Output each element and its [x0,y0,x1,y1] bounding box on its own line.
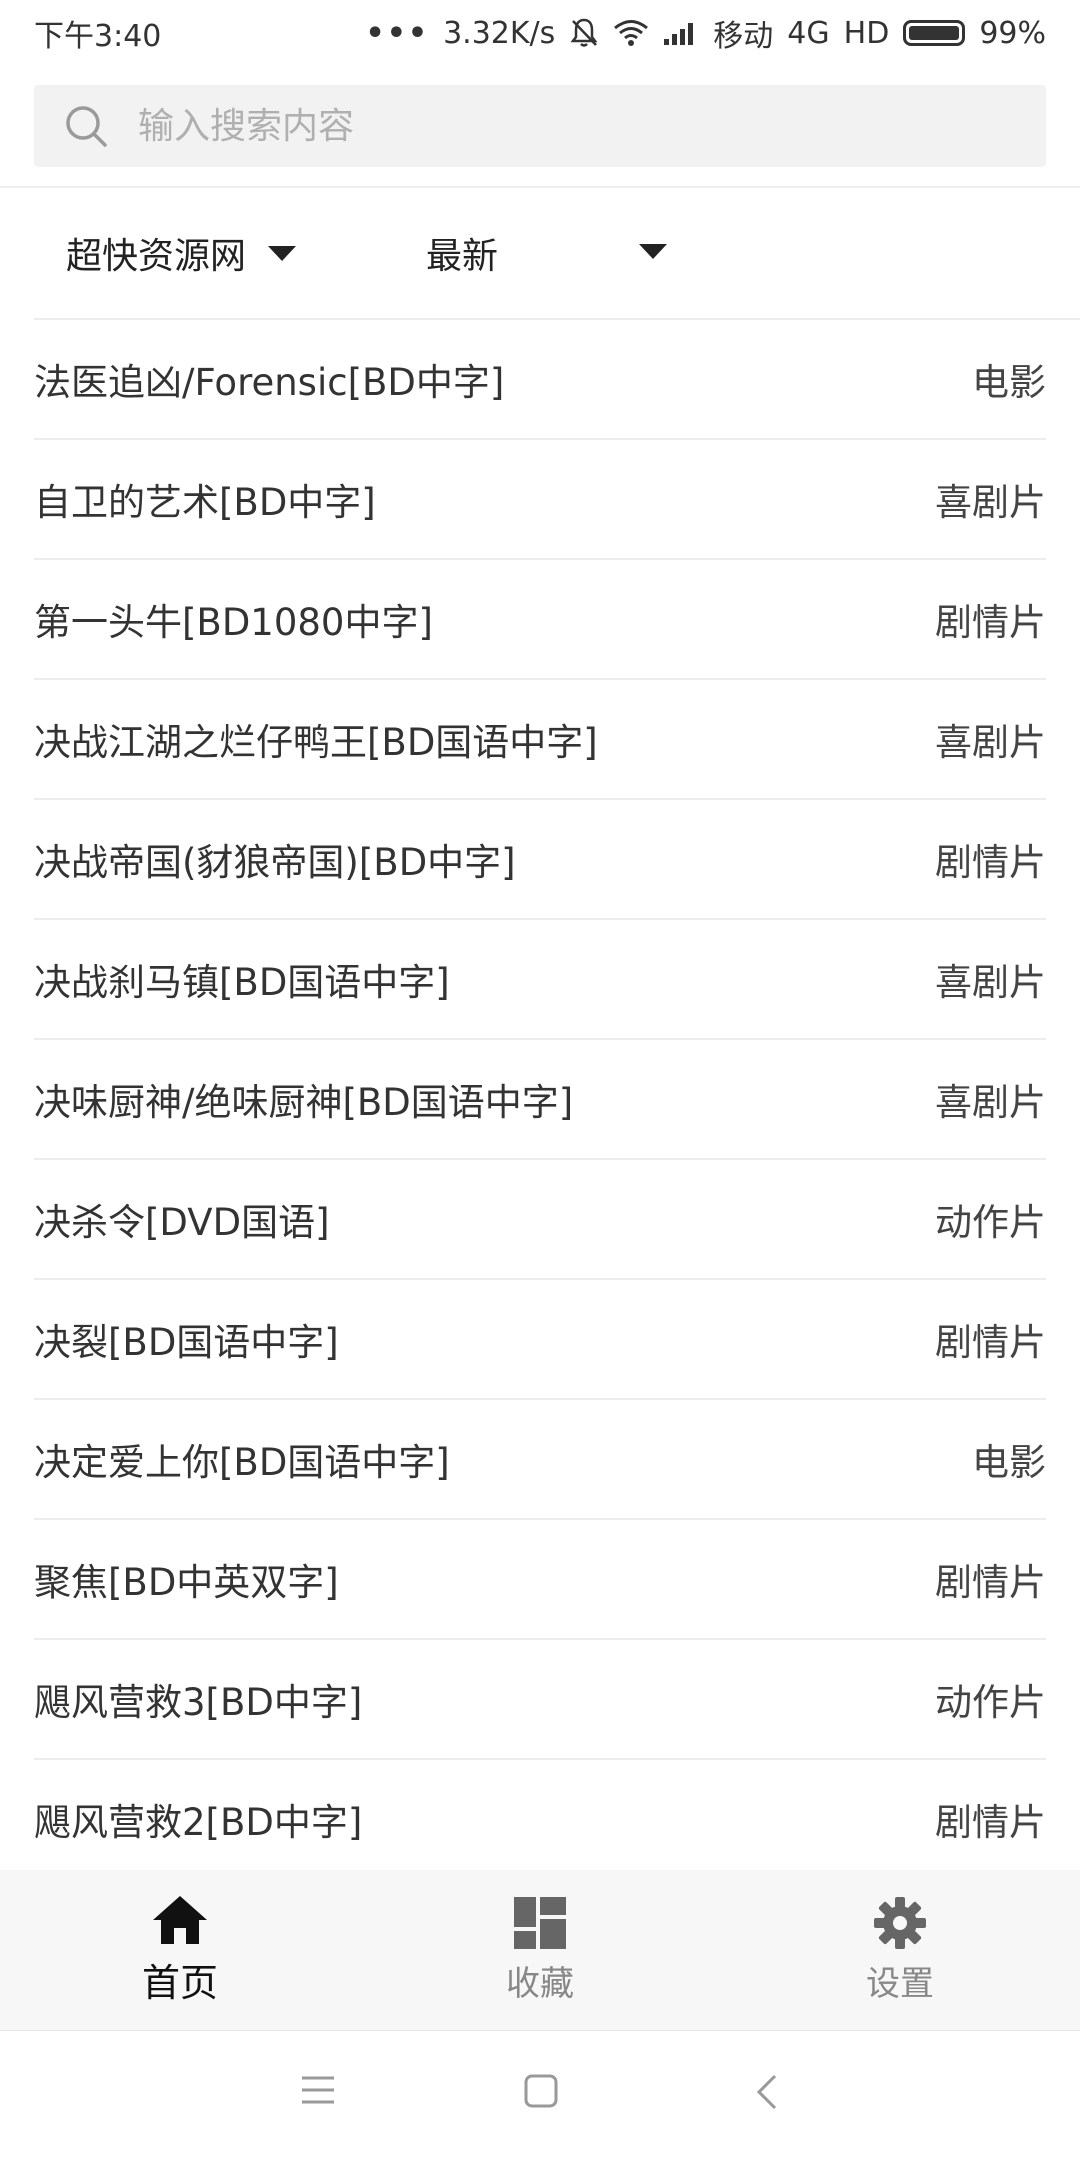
movie-genre: 喜剧片 [935,721,1046,764]
dashboard-icon [513,1896,567,1950]
search-icon [64,104,108,148]
home-square-icon[interactable] [523,2073,559,2109]
status-time: 下午3:40 [34,19,162,54]
movie-genre: 喜剧片 [935,481,1046,524]
movie-genre: 动作片 [935,1201,1046,1244]
hd-indicator: HD [843,15,890,51]
movie-title: 决战帝国(豺狼帝国)[BD中字] [34,841,516,884]
movie-genre: 剧情片 [935,1561,1046,1604]
status-indicators: ••• 3.32K/s 移动 4G HD 99% [366,11,1046,55]
back-icon[interactable] [755,2073,779,2111]
list-item[interactable]: 决裂[BD国语中字] 剧情片 [34,1280,1046,1400]
list-item[interactable]: 聚焦[BD中英双字] 剧情片 [34,1520,1046,1640]
movie-genre: 剧情片 [935,1801,1046,1844]
tab-settings[interactable]: 设置 [800,1870,1000,2030]
tab-favorites[interactable]: 收藏 [440,1870,640,2030]
tab-favorites-label: 收藏 [506,1963,574,2004]
more-notifications-icon: ••• [365,15,430,51]
movie-title: 飓风营救2[BD中字] [34,1801,363,1844]
search-input[interactable] [136,104,990,148]
dropdown-arrow-icon [268,245,297,261]
search-bar[interactable] [34,85,1046,167]
wifi-icon [613,19,649,47]
list-item[interactable]: 第一头牛[BD1080中字] 剧情片 [34,560,1046,680]
tab-settings-label: 设置 [866,1963,934,2004]
mute-bell-icon [569,17,599,49]
system-nav-bar [0,2031,1080,2160]
list-item[interactable]: 决味厨神/绝味厨神[BD国语中字] 喜剧片 [34,1040,1046,1160]
tab-home[interactable]: 首页 [80,1870,280,2030]
source-dropdown[interactable]: 超快资源网 [66,227,297,279]
home-icon [151,1894,209,1946]
movie-title: 决定爱上你[BD国语中字] [34,1441,450,1484]
movie-title: 第一头牛[BD1080中字] [34,601,433,644]
list-item[interactable]: 自卫的艺术[BD中字] 喜剧片 [34,440,1046,560]
movie-title: 飓风营救3[BD中字] [34,1681,363,1724]
list-item[interactable]: 决战江湖之烂仔鸭王[BD国语中字] 喜剧片 [34,680,1046,800]
movie-title: 决裂[BD国语中字] [34,1321,339,1364]
movie-title: 自卫的艺术[BD中字] [34,481,376,524]
menu-icon[interactable] [300,2073,336,2107]
movie-genre: 电影 [972,361,1046,404]
carrier-name: 移动 [713,19,774,54]
source-dropdown-label: 超快资源网 [66,236,247,277]
list-item[interactable]: 法医追凶/Forensic[BD中字] 电影 [34,320,1046,440]
movie-genre: 剧情片 [935,1321,1046,1364]
filter-bar: 超快资源网 最新 [0,188,1080,318]
gear-icon [873,1896,927,1950]
sort-dropdown[interactable]: 最新 [426,227,667,279]
movie-genre: 电影 [972,1441,1046,1484]
tab-home-label: 首页 [141,1960,218,2005]
list-item[interactable]: 决定爱上你[BD国语中字] 电影 [34,1400,1046,1520]
movie-title: 法医追凶/Forensic[BD中字] [34,361,505,404]
network-speed: 3.32K/s [443,15,556,51]
network-type: 4G [787,15,830,51]
status-bar: 下午3:40 ••• 3.32K/s 移动 4G HD 99% [0,0,1080,66]
movie-genre: 动作片 [935,1681,1046,1724]
list-item[interactable]: 决战刹马镇[BD国语中字] 喜剧片 [34,920,1046,1040]
list-item[interactable]: 飓风营救3[BD中字] 动作片 [34,1640,1046,1760]
dropdown-arrow-icon [639,244,667,259]
movie-title: 决杀令[DVD国语] [34,1201,330,1244]
movie-genre: 喜剧片 [935,961,1046,1004]
movie-title: 决战刹马镇[BD国语中字] [34,961,450,1004]
movie-title: 决味厨神/绝味厨神[BD国语中字] [34,1081,574,1124]
movie-list: 法医追凶/Forensic[BD中字] 电影 自卫的艺术[BD中字] 喜剧片 第… [34,320,1046,1880]
list-item[interactable]: 决杀令[DVD国语] 动作片 [34,1160,1046,1280]
bottom-tab-bar: 首页 收藏 设置 [0,1870,1080,2031]
movie-genre: 剧情片 [935,601,1046,644]
movie-title: 决战江湖之烂仔鸭王[BD国语中字] [34,721,598,764]
movie-genre: 喜剧片 [935,1081,1046,1124]
sort-dropdown-label: 最新 [426,236,499,277]
movie-title: 聚焦[BD中英双字] [34,1561,339,1604]
battery-icon [903,20,966,46]
signal-icon [663,20,699,46]
battery-percent: 99% [979,15,1046,51]
movie-genre: 剧情片 [935,841,1046,884]
app-screen: 下午3:40 ••• 3.32K/s 移动 4G HD 99% 输入搜索内容 超… [0,0,1080,2160]
list-item[interactable]: 飓风营救2[BD中字] 剧情片 [34,1760,1046,1880]
list-item[interactable]: 决战帝国(豺狼帝国)[BD中字] 剧情片 [34,800,1046,920]
